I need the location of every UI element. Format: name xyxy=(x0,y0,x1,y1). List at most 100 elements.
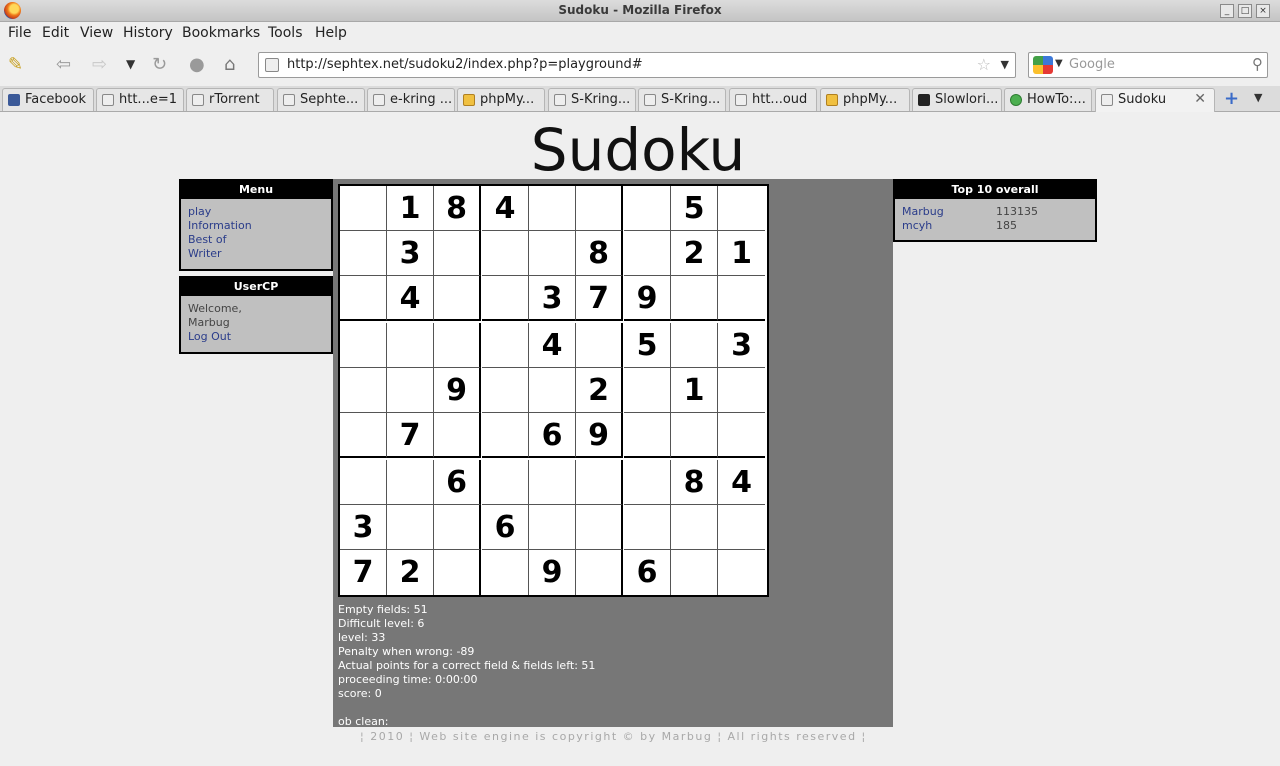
sudoku-cell[interactable]: 9 xyxy=(624,276,671,321)
url-text[interactable]: http://sephtex.net/sudoku2/index.php?p=p… xyxy=(287,57,643,72)
sudoku-cell[interactable] xyxy=(718,276,765,321)
sudoku-cell[interactable]: 4 xyxy=(482,186,529,231)
sudoku-cell[interactable] xyxy=(529,368,576,413)
search-placeholder[interactable]: Google xyxy=(1069,57,1115,72)
sudoku-cell[interactable]: 6 xyxy=(529,413,576,458)
sudoku-cell[interactable] xyxy=(529,505,576,550)
sudoku-cell[interactable] xyxy=(340,460,387,505)
sudoku-cell[interactable]: 5 xyxy=(671,186,718,231)
sudoku-cell[interactable] xyxy=(718,550,765,595)
maximize-button[interactable]: □ xyxy=(1238,4,1252,18)
minimize-button[interactable]: _ xyxy=(1220,4,1234,18)
sudoku-cell[interactable]: 6 xyxy=(434,460,481,505)
sudoku-cell[interactable] xyxy=(482,276,529,321)
sudoku-cell[interactable] xyxy=(576,505,623,550)
sudoku-cell[interactable] xyxy=(576,550,623,595)
forward-icon[interactable]: ⇨ xyxy=(92,54,107,75)
menu-tools[interactable]: Tools xyxy=(268,25,303,41)
sudoku-cell[interactable] xyxy=(624,505,671,550)
search-engine-dropdown-icon[interactable]: ▼ xyxy=(1055,58,1063,69)
sudoku-cell[interactable] xyxy=(718,413,765,458)
sudoku-cell[interactable] xyxy=(482,323,529,368)
sudoku-cell[interactable]: 6 xyxy=(482,505,529,550)
bookmark-star-icon[interactable]: ☆ xyxy=(977,55,991,74)
sudoku-cell[interactable]: 2 xyxy=(671,231,718,276)
sudoku-cell[interactable]: 2 xyxy=(387,550,434,595)
reload-icon[interactable]: ↻ xyxy=(152,54,167,75)
sudoku-cell[interactable]: 6 xyxy=(624,550,671,595)
sudoku-cell[interactable] xyxy=(624,186,671,231)
sudoku-cell[interactable] xyxy=(671,550,718,595)
top10-name[interactable]: mcyh xyxy=(902,219,932,233)
sudoku-cell[interactable]: 4 xyxy=(387,276,434,321)
menu-edit[interactable]: Edit xyxy=(42,25,69,41)
sudoku-cell[interactable]: 7 xyxy=(387,413,434,458)
url-dropdown-icon[interactable]: ▼ xyxy=(1001,58,1009,71)
sudoku-cell[interactable]: 2 xyxy=(576,368,623,413)
sudoku-cell[interactable] xyxy=(576,186,623,231)
sudoku-cell[interactable] xyxy=(718,505,765,550)
sudoku-cell[interactable]: 1 xyxy=(671,368,718,413)
sudoku-cell[interactable] xyxy=(529,460,576,505)
sudoku-cell[interactable] xyxy=(387,368,434,413)
sudoku-cell[interactable]: 1 xyxy=(718,231,765,276)
home-icon[interactable]: ⌂ xyxy=(224,54,235,75)
tab-ekring[interactable]: e-kring ... xyxy=(367,88,455,111)
sudoku-cell[interactable] xyxy=(434,505,481,550)
sudoku-cell[interactable]: 7 xyxy=(576,276,623,321)
sudoku-cell[interactable] xyxy=(387,323,434,368)
menu-link-play[interactable]: play xyxy=(188,205,324,219)
menu-link-writer[interactable]: Writer xyxy=(188,247,324,261)
sudoku-cell[interactable] xyxy=(340,413,387,458)
bookmark-manager-icon[interactable]: ✎ xyxy=(8,54,23,75)
tab-sephtex[interactable]: Sephte... xyxy=(277,88,365,111)
sudoku-cell[interactable] xyxy=(482,368,529,413)
sudoku-cell[interactable] xyxy=(624,413,671,458)
sudoku-cell[interactable] xyxy=(529,186,576,231)
sudoku-cell[interactable] xyxy=(387,505,434,550)
url-bar[interactable]: http://sephtex.net/sudoku2/index.php?p=p… xyxy=(258,52,1016,78)
sudoku-cell[interactable] xyxy=(671,505,718,550)
sudoku-grid[interactable]: 184538214379453921769684367296 xyxy=(338,184,769,597)
logout-link[interactable]: Log Out xyxy=(188,330,324,344)
sudoku-cell[interactable]: 3 xyxy=(718,323,765,368)
tab-sudoku[interactable]: Sudoku ✕ xyxy=(1095,88,1215,113)
menu-link-information[interactable]: Information xyxy=(188,219,324,233)
sudoku-cell[interactable] xyxy=(340,368,387,413)
stop-icon[interactable]: ● xyxy=(189,54,205,75)
search-bar[interactable]: ▼ Google ⚲ xyxy=(1028,52,1268,78)
search-icon[interactable]: ⚲ xyxy=(1252,55,1263,73)
sudoku-cell[interactable]: 8 xyxy=(671,460,718,505)
sudoku-cell[interactable]: 8 xyxy=(434,186,481,231)
sudoku-cell[interactable]: 5 xyxy=(624,323,671,368)
sudoku-cell[interactable] xyxy=(671,323,718,368)
top10-name[interactable]: Marbug xyxy=(902,205,944,219)
sudoku-cell[interactable]: 3 xyxy=(529,276,576,321)
menu-bookmarks[interactable]: Bookmarks xyxy=(182,25,260,41)
tab-howto[interactable]: HowTo:... xyxy=(1004,88,1092,111)
tab-rtorrent[interactable]: rTorrent xyxy=(186,88,274,111)
sudoku-cell[interactable] xyxy=(387,460,434,505)
sudoku-cell[interactable] xyxy=(718,186,765,231)
back-icon[interactable]: ⇦ xyxy=(56,54,71,75)
tab-phpmyadmin-1[interactable]: phpMy... xyxy=(457,88,545,111)
sudoku-cell[interactable] xyxy=(434,276,481,321)
sudoku-cell[interactable] xyxy=(340,276,387,321)
sudoku-cell[interactable] xyxy=(434,413,481,458)
sudoku-cell[interactable]: 9 xyxy=(529,550,576,595)
sudoku-cell[interactable] xyxy=(624,368,671,413)
menu-help[interactable]: Help xyxy=(315,25,347,41)
tab-facebook[interactable]: Facebook xyxy=(2,88,94,111)
tab-list-icon[interactable]: ▼ xyxy=(1254,91,1262,104)
sudoku-cell[interactable] xyxy=(482,231,529,276)
sudoku-cell[interactable] xyxy=(671,413,718,458)
menu-link-best-of[interactable]: Best of xyxy=(188,233,324,247)
history-dropdown-icon[interactable]: ▼ xyxy=(126,57,135,71)
sudoku-cell[interactable] xyxy=(624,460,671,505)
menu-view[interactable]: View xyxy=(80,25,113,41)
sudoku-cell[interactable] xyxy=(434,323,481,368)
sudoku-cell[interactable] xyxy=(718,368,765,413)
sudoku-cell[interactable] xyxy=(340,323,387,368)
sudoku-cell[interactable]: 3 xyxy=(340,505,387,550)
new-tab-icon[interactable]: + xyxy=(1224,88,1239,109)
